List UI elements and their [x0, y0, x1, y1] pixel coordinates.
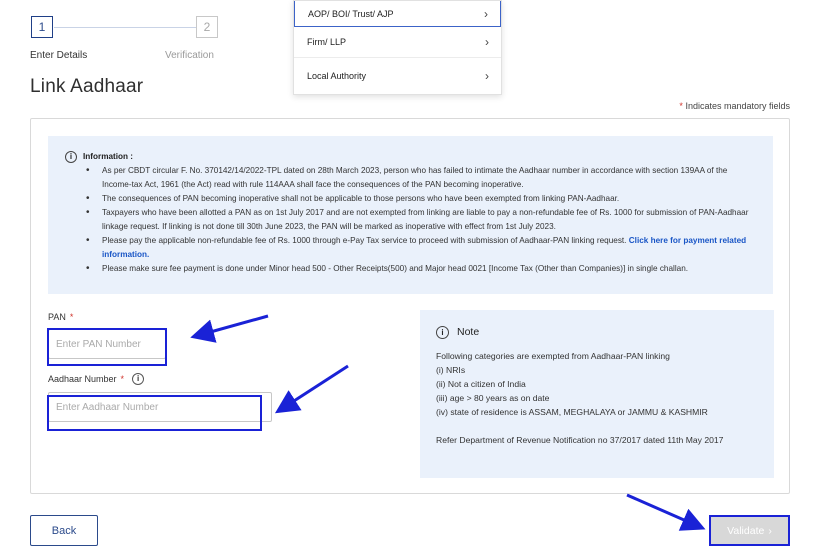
- menu-item-firm-llp[interactable]: Firm/ LLP ›: [294, 27, 501, 58]
- step-1-label: Enter Details: [30, 50, 88, 61]
- list-item: (i) NRIs: [436, 365, 466, 375]
- list-item: (iii) age > 80 years as on date: [436, 393, 550, 403]
- menu-item-aop-boi-trust-ajp[interactable]: AOP/ BOI/ Trust/ AJP ›: [294, 1, 501, 27]
- list-item: (iv) state of residence is ASSAM, MEGHAL…: [436, 407, 708, 417]
- information-list: As per CBDT circular F. No. 370142/14/20…: [86, 164, 757, 276]
- back-button[interactable]: Back: [30, 515, 98, 546]
- progress-stepper: 1 2 Enter Details Verification: [30, 16, 270, 66]
- note-footer: Refer Department of Revenue Notification…: [436, 435, 724, 445]
- information-panel: i Information : As per CBDT circular F. …: [48, 136, 773, 294]
- required-asterisk: *: [120, 374, 125, 384]
- menu-item-label: AOP/ BOI/ Trust/ AJP: [308, 8, 394, 19]
- step-2-label: Verification: [165, 50, 214, 61]
- validate-label: Validate: [727, 524, 765, 537]
- menu-item-label: Local Authority: [307, 71, 367, 81]
- menu-item-label: Firm/ LLP: [307, 37, 347, 47]
- chevron-right-icon: ›: [484, 6, 488, 21]
- required-asterisk: *: [69, 312, 74, 322]
- pan-label-text: PAN: [48, 312, 66, 322]
- chevron-right-icon: ›: [485, 35, 489, 49]
- info-icon: i: [65, 151, 77, 163]
- fee-payment-text: Please pay the applicable non-refundable…: [102, 236, 627, 245]
- step-1-indicator: 1: [31, 16, 53, 38]
- chevron-right-icon: ›: [768, 524, 772, 537]
- list-item: Please pay the applicable non-refundable…: [86, 234, 757, 262]
- page-title: Link Aadhaar: [30, 76, 144, 97]
- note-title: Note: [457, 326, 480, 338]
- list-item: Please make sure fee payment is done und…: [86, 262, 757, 276]
- chevron-right-icon: ›: [485, 69, 489, 83]
- info-icon[interactable]: i: [132, 373, 145, 385]
- mandatory-note-text: Indicates mandatory fields: [682, 101, 790, 111]
- list-item: As per CBDT circular F. No. 370142/14/20…: [86, 164, 757, 192]
- note-header: i Note: [436, 325, 758, 339]
- pan-label: PAN *: [48, 312, 73, 322]
- list-item: The consequences of PAN becoming inopera…: [86, 192, 757, 206]
- aadhaar-label: Aadhaar Number * i: [48, 373, 145, 385]
- note-panel: i Note Following categories are exempted…: [420, 310, 774, 478]
- aadhaar-annotation-box: [47, 395, 262, 431]
- pan-annotation-box: [47, 328, 167, 366]
- aadhaar-label-text: Aadhaar Number: [48, 374, 117, 384]
- step-2-indicator: 2: [196, 16, 218, 38]
- mandatory-fields-note: * Indicates mandatory fields: [679, 101, 790, 111]
- list-item: (ii) Not a citizen of India: [436, 379, 526, 389]
- step-connector: [54, 27, 196, 28]
- link-aadhaar-card: i Information : As per CBDT circular F. …: [30, 118, 790, 494]
- menu-item-local-authority[interactable]: Local Authority ›: [294, 58, 501, 94]
- information-title: Information :: [83, 152, 134, 161]
- note-intro: Following categories are exempted from A…: [436, 351, 670, 361]
- category-dropdown-menu: AOP/ BOI/ Trust/ AJP › Firm/ LLP › Local…: [293, 0, 502, 95]
- list-item: Taxpayers who have been allotted a PAN a…: [86, 206, 757, 234]
- information-header: i Information :: [65, 150, 757, 164]
- arrow-to-validate: [626, 493, 706, 531]
- info-icon: i: [436, 325, 449, 339]
- validate-button[interactable]: Validate ›: [709, 515, 790, 546]
